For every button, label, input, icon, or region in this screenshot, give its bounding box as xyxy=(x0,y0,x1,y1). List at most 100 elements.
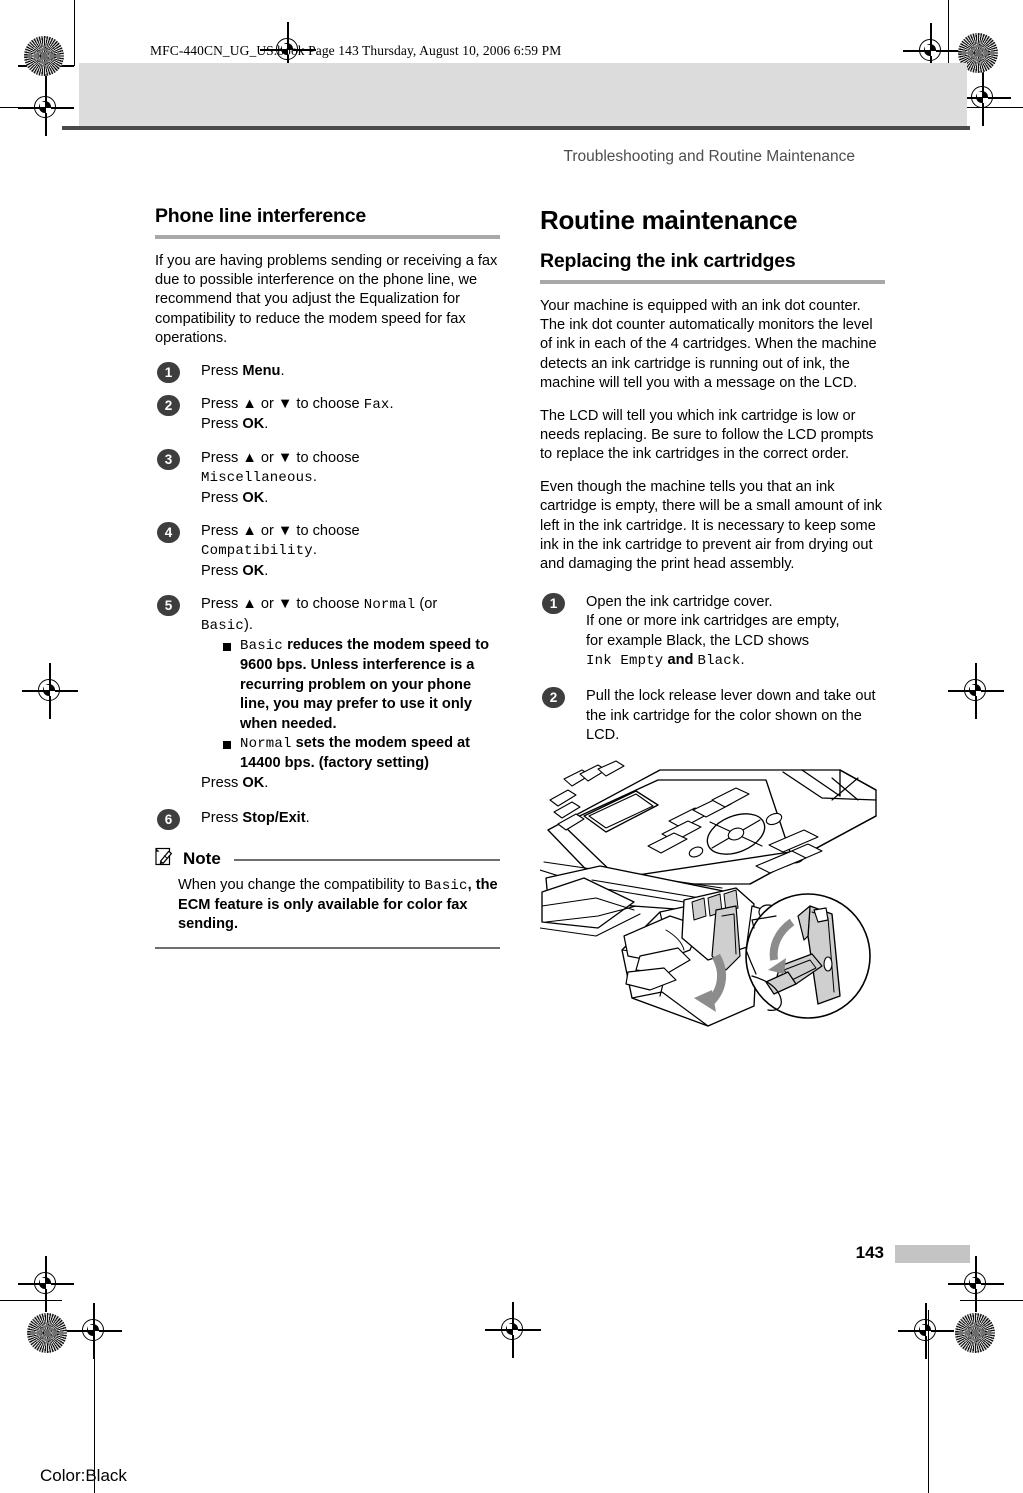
paragraph-lcd-prompts: The LCD will tell you which ink cartridg… xyxy=(540,407,874,463)
lcd-term: Ink Empty xyxy=(586,653,664,669)
step-text-post: . xyxy=(312,469,317,486)
lcd-term: Basic xyxy=(424,877,468,894)
heading-rule xyxy=(155,235,500,239)
note-header: Note xyxy=(155,847,500,871)
left-column: Phone line interference If you are havin… xyxy=(155,205,500,950)
heading-rule xyxy=(540,280,885,284)
lcd-term: Compatibility xyxy=(201,543,313,560)
step-text-post: (or xyxy=(415,596,438,613)
lcd-term-2: Black xyxy=(697,653,741,669)
step-number-badge: 2 xyxy=(542,687,565,709)
step-text: Press ▲ or ▼ to choose Normal (or Basic). xyxy=(201,596,438,634)
step-text-post-2: . xyxy=(264,416,269,433)
step-text-post-2: . xyxy=(264,562,269,579)
lcd-term: Normal xyxy=(240,736,292,753)
lcd-term: Normal xyxy=(363,597,416,614)
step-item: 2 Pull the lock release lever down and t… xyxy=(540,687,885,745)
step-text-pre-2: Press xyxy=(201,562,243,579)
step-text-pre: Press ▲ or ▼ to choose xyxy=(201,522,360,539)
step-key-label: OK xyxy=(242,562,265,579)
note-text-pre: When you change the compatibility to xyxy=(178,876,425,893)
registration-mark-bottom-right-inner xyxy=(898,1303,954,1359)
color-separation-label: Color:Black xyxy=(40,1466,127,1485)
step-text-pre: Press xyxy=(201,362,243,379)
lcd-term: Fax xyxy=(363,396,390,413)
paragraph-ink-dot-counter: Your machine is equipped with an ink dot… xyxy=(540,297,877,392)
step-text: Pull the lock release lever down and tak… xyxy=(586,688,876,744)
registration-mark-right-middle xyxy=(948,663,1004,719)
sub-bullet-item: Basic reduces the modem speed to 9600 bp… xyxy=(223,636,500,734)
note-title: Note xyxy=(183,848,221,868)
note-body: When you change the compatibility to Bas… xyxy=(155,876,500,935)
step-tail-pre: Press xyxy=(201,774,243,791)
trim-line-top-right-vertical xyxy=(948,0,950,66)
step-key-label: Menu xyxy=(242,362,281,379)
trim-line-left-horizontal xyxy=(0,107,62,109)
step-item: 4 Press ▲ or ▼ to choose Compatibility. Pr… xyxy=(155,521,500,581)
step-text: Press Menu. xyxy=(201,363,285,379)
step-key-label: OK xyxy=(242,774,265,791)
step-text: Press Stop/Exit. xyxy=(201,810,310,826)
trim-line-bottom-right-horizontal xyxy=(960,1300,1023,1302)
step-number-badge: 5 xyxy=(157,595,180,617)
paragraph-residual-ink: Even though the machine tells you that a… xyxy=(540,478,883,573)
step-key-label: Stop/Exit xyxy=(242,810,306,827)
step-text-pre: Press ▲ or ▼ to choose xyxy=(201,449,360,466)
registration-mark-bottom-right xyxy=(948,1256,1004,1312)
step-text-pre: Press ▲ or ▼ to choose xyxy=(201,395,364,412)
step-line-1: Open the ink cartridge cover. xyxy=(586,593,773,610)
halftone-target-bottom-left xyxy=(27,1313,67,1353)
trim-line-top-left-vertical xyxy=(74,0,76,66)
step-text-pre: Press xyxy=(201,810,243,827)
lcd-term: Miscellaneous xyxy=(201,470,313,487)
step-number-badge: 1 xyxy=(157,361,180,383)
step-item: 1 Press Menu. xyxy=(155,361,500,383)
step-line-4-post: . xyxy=(740,652,745,668)
note-box: Note When you change the compatibility t… xyxy=(155,847,500,950)
step-text-post-2: ). xyxy=(244,616,253,633)
step-number-badge: 3 xyxy=(157,448,180,470)
step-item: 5 Press ▲ or ▼ to choose Normal (or Basic… xyxy=(155,595,500,793)
phone-interference-intro: If you are having problems sending or re… xyxy=(155,252,498,347)
step-text-post: . xyxy=(280,362,285,379)
step-text: Press ▲ or ▼ to choose Fax. Press OK. xyxy=(201,396,394,432)
step-item: 3 Press ▲ or ▼ to choose Miscellaneous. Pr… xyxy=(155,448,500,508)
step-item: 1 Open the ink cartridge cover. If one or… xyxy=(540,592,885,672)
step-text-pre-2: Press xyxy=(201,416,243,433)
note-header-rule xyxy=(233,859,500,861)
step-line-3: for example Black, the LCD shows xyxy=(586,632,810,649)
step-text-pre: Press ▲ or ▼ to choose xyxy=(201,596,364,613)
note-pencil-icon xyxy=(155,847,174,871)
book-file-header: MFC-440CN_UG_US.book Page 143 Thursday, … xyxy=(150,43,562,58)
halftone-target-bottom-right xyxy=(955,1313,995,1353)
step-item: 6 Press Stop/Exit. xyxy=(155,809,500,831)
step-key-label: OK xyxy=(242,416,265,433)
right-column: Routine maintenance Replacing the ink ca… xyxy=(539,205,885,1035)
step-text: Open the ink cartridge cover. If one or m… xyxy=(586,593,840,669)
step-text: Press ▲ or ▼ to choose Miscellaneous. Pres… xyxy=(201,450,360,506)
step-number-badge: 1 xyxy=(542,592,565,614)
heading-phone-line-interference: Phone line interference xyxy=(155,205,367,227)
step-tail-post: . xyxy=(264,774,269,791)
heading-routine-maintenance: Routine maintenance xyxy=(540,205,798,235)
sub-bullet-item: Normal sets the modem speed at 14400 bps… xyxy=(223,734,500,774)
step-key-label: OK xyxy=(242,489,265,506)
step-item: 2 Press ▲ or ▼ to choose Fax. Press OK. xyxy=(155,394,500,435)
trim-line-right-horizontal xyxy=(960,107,1023,109)
running-header: Troubleshooting and Routine Maintenance xyxy=(563,148,855,165)
heading-replacing-ink-cartridges: Replacing the ink cartridges xyxy=(540,250,796,272)
trim-line-bottom-left-horizontal xyxy=(0,1300,62,1302)
lcd-term-2: Basic xyxy=(201,617,245,634)
step-sub-bullets: Basic reduces the modem speed to 9600 bp… xyxy=(201,636,500,774)
registration-mark-left-middle xyxy=(22,663,78,719)
step-text-pre-2: Press xyxy=(201,489,243,506)
step-text: Press ▲ or ▼ to choose Compatibility. Pres… xyxy=(201,523,360,579)
step-text-post: . xyxy=(389,395,394,412)
step-text-post: . xyxy=(312,542,317,559)
header-gray-band xyxy=(79,63,967,126)
step-number-badge: 2 xyxy=(157,394,180,416)
step-text-post-2: . xyxy=(264,489,269,506)
trim-line-bottom-right-vertical xyxy=(928,1310,930,1493)
lcd-term: Basic xyxy=(240,638,284,654)
page-number: 143 xyxy=(855,1243,884,1262)
